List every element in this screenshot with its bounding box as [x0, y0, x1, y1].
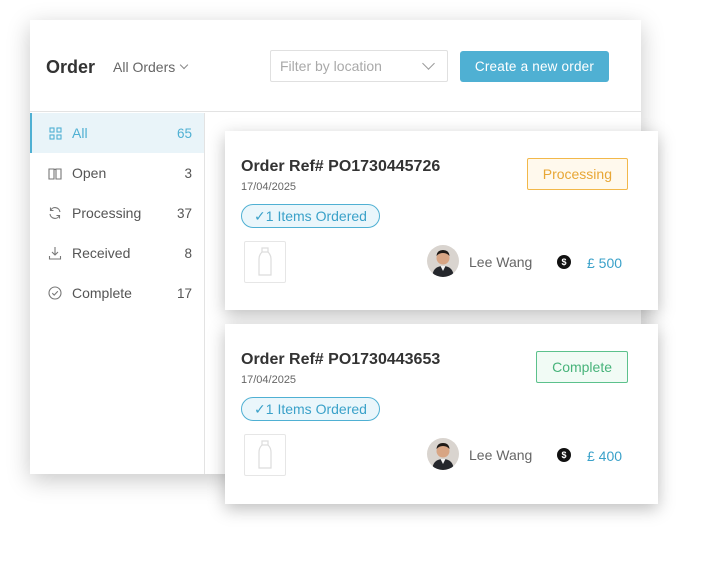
items-ordered-badge: ✓1 Items Ordered — [241, 204, 380, 228]
assignee-name: Lee Wang — [469, 447, 533, 463]
refresh-icon — [48, 206, 62, 220]
avatar — [427, 245, 459, 277]
sidebar-item-label: Received — [72, 245, 131, 261]
sidebar-item-received[interactable]: Received 8 — [30, 233, 204, 273]
items-ordered-badge: ✓1 Items Ordered — [241, 397, 380, 421]
grid-icon — [48, 126, 62, 140]
sidebar-item-count: 65 — [176, 125, 192, 141]
order-filter-label: All Orders — [113, 59, 176, 75]
sidebar-item-label: Processing — [72, 205, 142, 221]
location-filter-input[interactable]: Filter by location — [270, 50, 448, 82]
book-icon — [48, 166, 62, 180]
sidebar-item-processing[interactable]: Processing 37 — [30, 193, 204, 233]
check-icon: ✓ — [254, 401, 266, 417]
product-thumbnail — [244, 434, 286, 476]
bottle-icon — [258, 440, 272, 469]
sidebar-item-count: 17 — [176, 285, 192, 301]
avatar — [427, 438, 459, 470]
order-card[interactable]: Order Ref# PO1730445726 17/04/2025 ✓1 It… — [225, 131, 658, 310]
order-card[interactable]: Order Ref# PO1730443653 17/04/2025 ✓1 It… — [225, 324, 658, 504]
sidebar-item-label: All — [72, 125, 88, 141]
panel-header: Order All Orders Filter by location Crea… — [30, 20, 641, 112]
bottle-icon — [258, 247, 272, 276]
status-badge: Complete — [536, 351, 628, 383]
order-ref: Order Ref# PO1730445726 — [241, 158, 441, 175]
chevron-down-icon — [422, 57, 435, 70]
order-date: 17/04/2025 — [241, 374, 297, 386]
sidebar-item-complete[interactable]: Complete 17 — [30, 273, 204, 313]
assignee-name: Lee Wang — [469, 254, 533, 270]
sidebar-item-label: Open — [72, 165, 107, 181]
check-icon: ✓ — [254, 208, 266, 224]
items-ordered-label: 1 Items Ordered — [265, 208, 367, 224]
product-thumbnail — [244, 241, 286, 283]
page-title: Order — [46, 57, 96, 77]
order-amount: £ 500 — [587, 255, 623, 271]
status-badge: Processing — [526, 158, 628, 190]
location-filter-placeholder: Filter by location — [280, 58, 382, 74]
dollar-coin-icon: $ — [557, 255, 571, 269]
status-sidebar: All 65 Open 3 Processing 37 Received 8 C… — [30, 113, 205, 474]
sidebar-item-count: 37 — [176, 205, 192, 221]
order-ref: Order Ref# PO1730443653 — [241, 351, 441, 368]
check-circle-icon — [48, 286, 62, 300]
order-filter-dropdown[interactable]: All Orders — [113, 59, 189, 75]
order-date: 17/04/2025 — [241, 181, 297, 193]
sidebar-item-count: 3 — [184, 165, 192, 181]
chevron-down-icon — [179, 60, 189, 70]
sidebar-item-count: 8 — [184, 245, 192, 261]
sidebar-item-label: Complete — [72, 285, 132, 301]
order-amount: £ 400 — [587, 448, 623, 464]
items-ordered-label: 1 Items Ordered — [265, 401, 367, 417]
dollar-coin-icon: $ — [557, 448, 571, 462]
create-order-button[interactable]: Create a new order — [460, 51, 609, 82]
sidebar-item-open[interactable]: Open 3 — [30, 153, 204, 193]
download-icon — [48, 246, 62, 260]
sidebar-item-all[interactable]: All 65 — [30, 113, 204, 153]
